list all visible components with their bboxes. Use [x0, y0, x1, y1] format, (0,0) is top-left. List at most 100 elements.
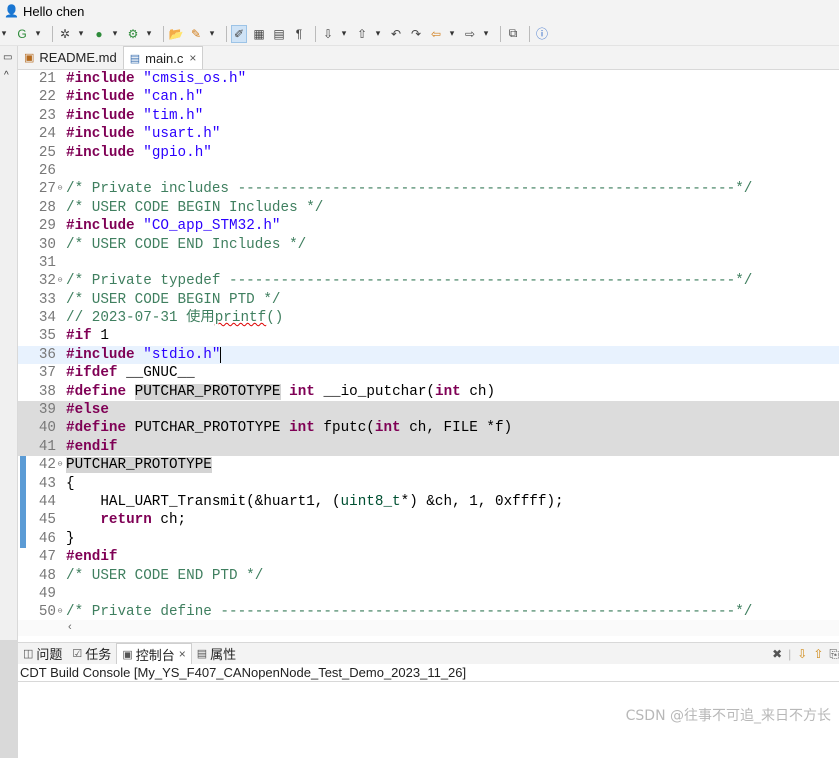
- fold-toggle-icon[interactable]: ⊖: [56, 180, 64, 198]
- refresh-icon[interactable]: G: [14, 25, 30, 43]
- horizontal-scrollbar[interactable]: ‹: [18, 620, 839, 636]
- scroll-left-icon[interactable]: ‹: [68, 621, 72, 633]
- line-number: 45: [38, 512, 56, 529]
- new-window-icon[interactable]: ⧉: [505, 25, 521, 43]
- code-line[interactable]: 37 #ifdef __GNUC__: [18, 364, 839, 382]
- code-text: #include "gpio.h": [66, 144, 212, 161]
- code-text: #ifdef __GNUC__: [66, 365, 195, 382]
- chevron-down-icon[interactable]: ▾: [77, 25, 85, 43]
- toggle-mark-icon[interactable]: ✐: [231, 24, 247, 43]
- problems-icon: ◫: [23, 648, 34, 660]
- line-number: 37: [38, 365, 56, 382]
- code-line[interactable]: 44 HAL_UART_Transmit(&huart1, (uint8_t*)…: [18, 492, 839, 512]
- code-line[interactable]: 34 // 2023-07-31 使用printf(): [18, 309, 839, 327]
- code-line[interactable]: 26: [18, 162, 839, 180]
- code-line[interactable]: 47 #endif: [18, 548, 839, 566]
- restore-view-icon[interactable]: ▭: [3, 52, 12, 63]
- line-number: 36: [38, 346, 56, 363]
- code-line[interactable]: 43 {: [18, 474, 839, 493]
- external-tools-icon[interactable]: ⚙: [125, 25, 141, 43]
- toolbar-dropdown-icon[interactable]: ▾: [0, 25, 8, 43]
- tab-properties[interactable]: ▤ 属性: [192, 644, 241, 663]
- code-line[interactable]: 40 #define PUTCHAR_PROTOTYPE int fputc(in…: [18, 419, 839, 438]
- tab-readme[interactable]: ▣ README.md: [18, 46, 123, 69]
- code-line[interactable]: 36 #include "stdio.h": [18, 345, 839, 365]
- prev-annotation-icon[interactable]: ⇧: [354, 25, 370, 43]
- code-line[interactable]: 33 /* USER CODE BEGIN PTD */: [18, 291, 839, 309]
- info-icon[interactable]: ⓘ: [534, 25, 550, 43]
- code-line[interactable]: 49: [18, 585, 839, 603]
- tab-main-c[interactable]: ▤ main.c ×: [122, 46, 204, 69]
- next-annotation-icon[interactable]: ⇩: [320, 25, 336, 43]
- code-line[interactable]: 39 #else: [18, 401, 839, 420]
- code-line[interactable]: 28 /* USER CODE BEGIN Includes */: [18, 199, 839, 217]
- code-line[interactable]: 27 ⊖/* Private includes -----------------…: [18, 180, 839, 198]
- forward-edit-icon[interactable]: ↷: [408, 25, 424, 43]
- last-edit-icon[interactable]: ↶: [388, 25, 404, 43]
- line-number: 50: [38, 604, 56, 621]
- remove-all-icon[interactable]: ✖: [772, 647, 782, 661]
- editor-tab-bar: ▣ README.md ▤ main.c ×: [18, 46, 839, 70]
- code-line[interactable]: 30 /* USER CODE END Includes */: [18, 236, 839, 254]
- code-text: #include "CO_app_STM32.h": [66, 218, 281, 235]
- code-line[interactable]: 25 #include "gpio.h": [18, 144, 839, 162]
- code-line[interactable]: 35 #if 1: [18, 327, 839, 345]
- code-line[interactable]: 23 #include "tim.h": [18, 107, 839, 125]
- chevron-up-icon[interactable]: ^: [4, 70, 9, 81]
- fold-toggle-icon[interactable]: ⊖: [56, 456, 64, 474]
- code-line[interactable]: 46}: [18, 529, 839, 549]
- line-number: 44: [38, 493, 56, 510]
- code-text: #include "cmsis_os.h": [66, 71, 247, 87]
- copy-build-log-icon[interactable]: ⎘: [829, 647, 839, 662]
- close-icon[interactable]: ×: [189, 51, 196, 65]
- code-line[interactable]: 29 #include "CO_app_STM32.h": [18, 217, 839, 235]
- chevron-down-icon[interactable]: ▾: [34, 25, 42, 43]
- pilcrow-icon[interactable]: ¶: [291, 25, 307, 43]
- close-icon[interactable]: ×: [179, 647, 186, 661]
- chevron-down-icon[interactable]: ▾: [340, 25, 348, 43]
- code-line[interactable]: 24 #include "usart.h": [18, 125, 839, 143]
- watermark-text: CSDN @往事不可追_来日不方长: [625, 708, 831, 724]
- console-tab-bar: ◫ 问题 ☑ 任务 ▣ 控制台 × ▤ 属性 ✖ | ⇩ ⇧ ⎘: [18, 642, 839, 665]
- line-number: 29: [38, 218, 56, 235]
- show-whitespace-icon[interactable]: ▤: [271, 25, 287, 43]
- line-number: 31: [38, 254, 56, 271]
- code-line[interactable]: 32 ⊖/* Private typedef ------------------…: [18, 272, 839, 290]
- code-line[interactable]: 31: [18, 254, 839, 272]
- tab-console[interactable]: ▣ 控制台 ×: [116, 642, 192, 665]
- code-line[interactable]: 48 /* USER CODE END PTD */: [18, 567, 839, 585]
- code-editor[interactable]: 21 #include "cmsis_os.h" 22 #include "can.h…: [18, 70, 839, 636]
- toggle-block-icon[interactable]: ▦: [251, 25, 267, 43]
- chevron-down-icon[interactable]: ▾: [145, 25, 153, 43]
- debug-icon[interactable]: ✲: [57, 25, 73, 43]
- open-folder-icon[interactable]: 📂: [168, 25, 184, 43]
- window-title-bar: 👤 Hello chen: [0, 0, 839, 22]
- chevron-down-icon[interactable]: ▾: [448, 25, 456, 43]
- forward-icon[interactable]: ⇨: [462, 25, 478, 43]
- chevron-down-icon[interactable]: ▾: [482, 25, 490, 43]
- fold-toggle-icon[interactable]: ⊖: [56, 272, 64, 290]
- tab-tasks[interactable]: ☑ 任务: [67, 644, 116, 663]
- code-line[interactable]: 42 ⊖ PUTCHAR_PROTOTYPE: [18, 456, 839, 475]
- code-line[interactable]: 41 #endif: [18, 437, 839, 457]
- code-line[interactable]: 21 #include "cmsis_os.h": [18, 70, 839, 88]
- tab-problems[interactable]: ◫ 问题: [18, 644, 67, 663]
- code-line[interactable]: 45 return ch;: [18, 511, 839, 530]
- chevron-down-icon[interactable]: ▾: [111, 25, 119, 43]
- tab-label: main.c: [145, 50, 184, 66]
- next-error-icon[interactable]: ⇩: [797, 647, 807, 661]
- fold-toggle-icon[interactable]: ⊖: [56, 603, 64, 621]
- build-icon[interactable]: ✎: [188, 25, 204, 43]
- code-text: #if 1: [66, 328, 109, 345]
- code-line[interactable]: 22 #include "can.h": [18, 88, 839, 106]
- prev-error-icon[interactable]: ⇧: [813, 647, 823, 661]
- code-line[interactable]: 38 #define PUTCHAR_PROTOTYPE int __io_put…: [18, 383, 839, 401]
- code-line[interactable]: 50 ⊖/* Private define -------------------…: [18, 603, 839, 621]
- run-icon[interactable]: ●: [91, 25, 107, 43]
- tab-label: 属性: [210, 647, 237, 662]
- back-icon[interactable]: ⇦: [428, 25, 444, 43]
- line-number: 39: [38, 402, 56, 419]
- chevron-down-icon[interactable]: ▾: [208, 25, 216, 43]
- line-number: 24: [38, 126, 56, 143]
- chevron-down-icon[interactable]: ▾: [374, 25, 382, 43]
